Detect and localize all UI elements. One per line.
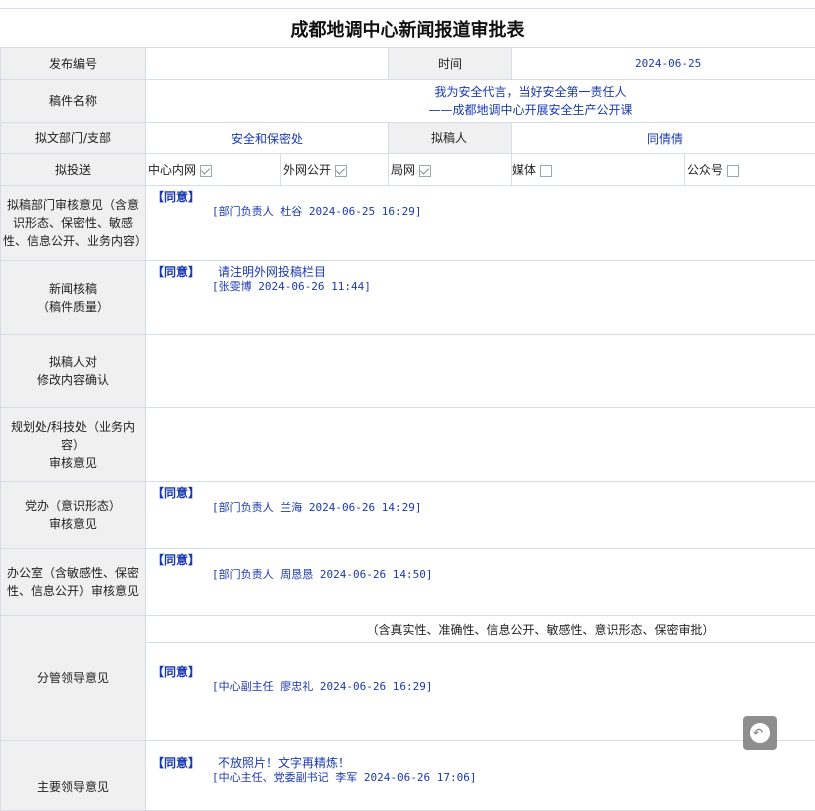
agree-tag: 【同意】 xyxy=(152,551,200,568)
label-line: （稿件质量） xyxy=(1,298,145,316)
reply-arrow-icon: ↶ xyxy=(753,728,763,738)
signature: [部门负责人 周恳恳 2024-06-26 14:50] xyxy=(212,566,432,582)
signature: [部门负责人 兰海 2024-06-26 14:29] xyxy=(212,499,421,515)
party-label: 党办（意识形态） 审核意见 xyxy=(1,482,146,549)
publish-number-value xyxy=(146,48,389,80)
dist-option-intranet[interactable]: 中心内网 xyxy=(146,154,281,186)
label-line: 新闻核稿 xyxy=(1,280,145,298)
row-leader-scope: 分管领导意见 （含真实性、准确性、信息公开、敏感性、意识形态、保密审批） xyxy=(1,616,815,643)
row-dept-review: 拟稿部门审核意见（含意识形态、保密性、敏感性、信息公开、业务内容） 【同意】 [… xyxy=(1,186,815,261)
author-confirm-opinion xyxy=(146,335,815,408)
page-title: 成都地调中心新闻报道审批表 xyxy=(0,9,815,47)
dist-option-label: 外网公开 xyxy=(283,163,331,177)
time-label: 时间 xyxy=(389,48,512,80)
department-label: 拟文部门/支部 xyxy=(1,123,146,154)
row-main-leader: 主要领导意见 【同意】 不放照片！文字再精炼！ [中心主任、党委副书记 李军 2… xyxy=(1,741,815,811)
checkbox-empty-icon[interactable] xyxy=(540,165,552,177)
row-news-check: 新闻核稿 （稿件质量） 【同意】 请注明外网投稿栏目 [张雯博 2024-06-… xyxy=(1,261,815,335)
row-publish: 发布编号 时间 2024-06-25 xyxy=(1,48,815,80)
author-label: 拟稿人 xyxy=(389,123,512,154)
row-distribution: 拟投送 中心内网 外网公开 局网 媒体 公众号 xyxy=(1,154,815,186)
planning-opinion xyxy=(146,408,815,482)
publish-number-label: 发布编号 xyxy=(1,48,146,80)
dist-option-public[interactable]: 外网公开 xyxy=(281,154,389,186)
label-line: 党办（意识形态） xyxy=(1,497,145,515)
label-line: 规划处/科技处（业务内容） xyxy=(5,418,141,454)
manuscript-title-line2[interactable]: ——成都地调中心开展安全生产公开课 xyxy=(146,101,815,119)
party-opinion: 【同意】 [部门负责人 兰海 2024-06-26 14:29] xyxy=(146,482,815,549)
author-value: 同倩倩 xyxy=(512,123,815,154)
dist-option-label: 中心内网 xyxy=(148,163,196,177)
row-author-confirm: 拟稿人对 修改内容确认 xyxy=(1,335,815,408)
checkbox-checked-icon[interactable] xyxy=(200,165,212,177)
label-line: 审核意见 xyxy=(5,454,141,472)
author-confirm-label: 拟稿人对 修改内容确认 xyxy=(1,335,146,408)
leader-opinion: 【同意】 [中心副主任 廖忠礼 2024-06-26 16:29] xyxy=(146,643,815,741)
agree-tag: 【同意】 xyxy=(152,188,200,205)
row-planning: 规划处/科技处（业务内容） 审核意见 xyxy=(1,408,815,482)
manuscript-name-label: 稿件名称 xyxy=(1,80,146,123)
main-leader-label: 主要领导意见 xyxy=(1,741,146,811)
time-value: 2024-06-25 xyxy=(512,48,815,80)
agree-tag: 【同意】 xyxy=(152,754,200,771)
dist-option-label: 局网 xyxy=(391,163,415,177)
planning-label: 规划处/科技处（业务内容） 审核意见 xyxy=(1,408,146,482)
signature: [中心副主任 廖忠礼 2024-06-26 16:29] xyxy=(212,678,432,694)
label-line: 修改内容确认 xyxy=(1,371,145,389)
label-line: 拟稿人对 xyxy=(1,353,145,371)
dept-review-label: 拟稿部门审核意见（含意识形态、保密性、敏感性、信息公开、业务内容） xyxy=(1,186,146,261)
checkbox-checked-icon[interactable] xyxy=(335,165,347,177)
dist-option-label: 媒体 xyxy=(512,163,536,177)
department-value: 安全和保密处 xyxy=(146,123,389,154)
row-department: 拟文部门/支部 安全和保密处 拟稿人 同倩倩 xyxy=(1,123,815,154)
row-party: 党办（意识形态） 审核意见 【同意】 [部门负责人 兰海 2024-06-26 … xyxy=(1,482,815,549)
approval-form: 发布编号 时间 2024-06-25 稿件名称 我为安全代言，当好安全第一责任人… xyxy=(0,47,815,811)
signature: [张雯博 2024-06-26 11:44] xyxy=(212,278,371,294)
office-opinion: 【同意】 [部门负责人 周恳恳 2024-06-26 14:50] xyxy=(146,549,815,616)
label-line: 审核意见 xyxy=(1,515,145,533)
row-office: 办公室（含敏感性、保密性、信息公开）审核意见 【同意】 [部门负责人 周恳恳 2… xyxy=(1,549,815,616)
reply-button[interactable]: ↶ xyxy=(743,716,777,750)
dist-option-bureau[interactable]: 局网 xyxy=(389,154,512,186)
dept-review-opinion: 【同意】 [部门负责人 杜谷 2024-06-25 16:29] xyxy=(146,186,815,261)
dist-option-wechat[interactable]: 公众号 xyxy=(685,154,815,186)
leader-label: 分管领导意见 xyxy=(1,616,146,741)
news-check-label: 新闻核稿 （稿件质量） xyxy=(1,261,146,335)
row-manuscript: 稿件名称 我为安全代言，当好安全第一责任人 ——成都地调中心开展安全生产公开课 xyxy=(1,80,815,123)
signature: [中心主任、党委副书记 李军 2024-06-26 17:06] xyxy=(212,769,476,785)
agree-tag: 【同意】 xyxy=(152,263,200,280)
checkbox-checked-icon[interactable] xyxy=(419,165,431,177)
main-leader-opinion: 【同意】 不放照片！文字再精炼！ [中心主任、党委副书记 李军 2024-06-… xyxy=(146,741,815,811)
leader-scope-note: （含真实性、准确性、信息公开、敏感性、意识形态、保密审批） xyxy=(146,616,815,643)
checkbox-empty-icon[interactable] xyxy=(727,165,739,177)
dist-option-media[interactable]: 媒体 xyxy=(512,154,685,186)
manuscript-title-line1[interactable]: 我为安全代言，当好安全第一责任人 xyxy=(146,83,815,101)
news-check-opinion: 【同意】 请注明外网投稿栏目 [张雯博 2024-06-26 11:44] xyxy=(146,261,815,335)
manuscript-name-value[interactable]: 我为安全代言，当好安全第一责任人 ——成都地调中心开展安全生产公开课 xyxy=(146,80,815,123)
signature: [部门负责人 杜谷 2024-06-25 16:29] xyxy=(212,203,421,219)
office-label: 办公室（含敏感性、保密性、信息公开）审核意见 xyxy=(1,549,146,616)
dist-option-label: 公众号 xyxy=(687,163,723,177)
agree-tag: 【同意】 xyxy=(152,484,200,501)
distribution-label: 拟投送 xyxy=(1,154,146,186)
agree-tag: 【同意】 xyxy=(152,663,200,680)
